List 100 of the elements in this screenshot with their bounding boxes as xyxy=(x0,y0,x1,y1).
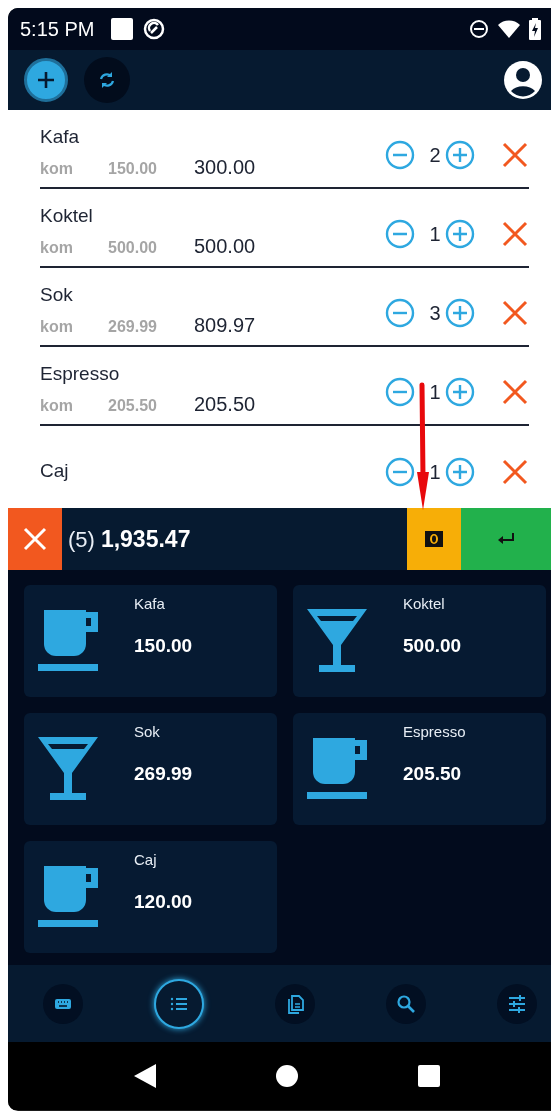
product-tile[interactable]: Kafa 150.00 xyxy=(24,585,277,697)
product-tile[interactable]: Koktel 500.00 xyxy=(293,585,546,697)
decrease-button[interactable] xyxy=(385,218,415,249)
account-button[interactable] xyxy=(503,60,543,100)
nav-button[interactable] xyxy=(275,983,315,1024)
minus-circle-icon xyxy=(385,218,415,249)
back-icon xyxy=(133,1063,157,1089)
quantity-text: 3 xyxy=(428,300,442,326)
nav-button[interactable] xyxy=(43,983,83,1024)
add-button[interactable] xyxy=(24,58,68,102)
line-total: 500.00 xyxy=(194,233,256,259)
remove-button[interactable] xyxy=(501,377,529,406)
remove-button[interactable] xyxy=(501,457,529,486)
plus-circle-icon xyxy=(445,376,475,407)
notification-square-icon xyxy=(110,17,135,41)
recents-button[interactable] xyxy=(417,1063,441,1089)
minus-circle-icon xyxy=(385,456,415,487)
item-name: Kafa xyxy=(40,127,81,148)
product-name: Caj xyxy=(134,850,158,870)
decrease-button[interactable] xyxy=(385,376,415,407)
battery-icon xyxy=(529,18,541,40)
increase-button[interactable] xyxy=(445,218,475,249)
remove-button[interactable] xyxy=(501,219,529,248)
cocktail-glass-icon xyxy=(38,737,100,801)
plus-circle-icon xyxy=(445,456,475,487)
line-total: 300.00 xyxy=(194,154,256,180)
unit-label: kom xyxy=(40,395,74,416)
sync-icon xyxy=(98,71,116,89)
item-name: Koktel xyxy=(40,206,94,227)
product-name: Sok xyxy=(134,722,161,742)
plus-circle-icon xyxy=(445,218,475,249)
banknote-icon xyxy=(425,531,443,547)
remove-button[interactable] xyxy=(501,140,529,169)
account-icon xyxy=(503,60,543,100)
plus-circle-icon xyxy=(445,297,475,328)
wifi-icon xyxy=(497,19,521,39)
close-icon xyxy=(502,141,528,168)
quantity-text: 1 xyxy=(428,221,442,247)
nav-button[interactable] xyxy=(497,983,537,1024)
close-icon xyxy=(502,220,528,247)
unit-label: kom xyxy=(40,158,74,179)
total-amount: 1,935.47 xyxy=(100,524,191,554)
product-price: 269.99 xyxy=(134,761,193,786)
item-name: Espresso xyxy=(40,364,121,385)
decrease-button[interactable] xyxy=(385,297,415,328)
product-name: Kafa xyxy=(134,594,166,614)
document-icon xyxy=(285,993,305,1014)
nav-button[interactable] xyxy=(386,983,426,1024)
do-not-disturb-icon xyxy=(469,19,489,39)
increase-button[interactable] xyxy=(445,456,475,487)
minus-circle-icon xyxy=(385,139,415,170)
nav-button[interactable] xyxy=(154,978,204,1029)
clear-button[interactable] xyxy=(8,508,62,570)
recents-icon xyxy=(417,1064,441,1089)
home-icon xyxy=(275,1064,299,1089)
remove-button[interactable] xyxy=(501,298,529,327)
decrease-button[interactable] xyxy=(385,456,415,487)
product-price: 150.00 xyxy=(134,633,193,658)
product-tile[interactable]: Sok 269.99 xyxy=(24,713,277,825)
minus-circle-icon xyxy=(385,376,415,407)
sliders-icon xyxy=(507,993,527,1014)
cash-button[interactable] xyxy=(407,508,461,570)
close-icon xyxy=(502,299,528,326)
line-total: 205.50 xyxy=(194,391,256,417)
circle-swirl-icon xyxy=(142,17,167,41)
item-name: Sok xyxy=(40,285,74,306)
unit-label: kom xyxy=(40,237,74,258)
enter-icon xyxy=(497,532,515,546)
quantity-text: 1 xyxy=(428,379,442,405)
product-price: 500.00 xyxy=(403,633,462,658)
product-tile[interactable]: Caj 120.00 xyxy=(24,841,277,953)
unit-price: 205.50 xyxy=(108,395,158,416)
decrease-button[interactable] xyxy=(385,139,415,170)
increase-button[interactable] xyxy=(445,297,475,328)
clock-text: 5:15 PM xyxy=(20,17,95,42)
unit-price: 269.99 xyxy=(108,316,158,337)
quantity-text: 1 xyxy=(428,459,442,485)
product-price: 120.00 xyxy=(134,889,193,914)
search-icon xyxy=(396,993,416,1014)
unit-label: kom xyxy=(40,316,74,337)
item-name: Caj xyxy=(40,461,70,482)
close-icon xyxy=(502,378,528,405)
unit-price: 500.00 xyxy=(108,237,158,258)
product-name: Espresso xyxy=(403,722,466,742)
line-total: 809.97 xyxy=(194,312,256,338)
close-icon xyxy=(23,527,47,551)
product-price: 205.50 xyxy=(403,761,463,786)
product-name: Koktel xyxy=(403,594,446,614)
unit-price: 150.00 xyxy=(108,158,158,179)
increase-button[interactable] xyxy=(445,376,475,407)
cocktail-glass-icon xyxy=(307,609,369,673)
sync-button[interactable] xyxy=(84,57,130,103)
product-tile[interactable]: Espresso 205.50 xyxy=(293,713,546,825)
plus-icon xyxy=(36,70,56,90)
plus-circle-icon xyxy=(445,139,475,170)
close-icon xyxy=(502,458,528,485)
back-button[interactable] xyxy=(133,1063,157,1089)
increase-button[interactable] xyxy=(445,139,475,170)
home-button[interactable] xyxy=(275,1063,299,1089)
minus-circle-icon xyxy=(385,297,415,328)
